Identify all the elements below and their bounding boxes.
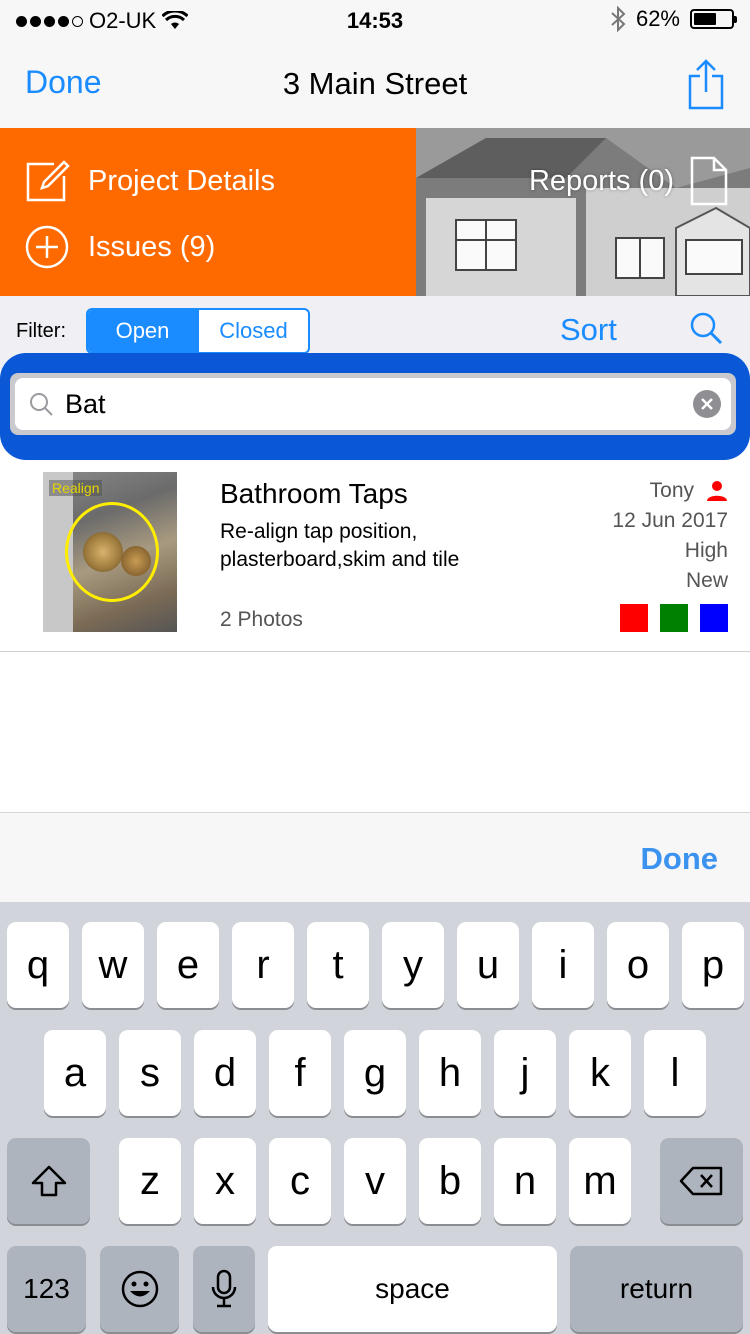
key-x[interactable]: x — [194, 1138, 256, 1224]
document-icon — [690, 156, 728, 206]
search-input[interactable]: Bat — [15, 378, 731, 430]
key-g[interactable]: g — [344, 1030, 406, 1116]
issue-tags — [620, 604, 728, 632]
issue-assignee: Tony — [612, 476, 728, 506]
issue-status: New — [685, 569, 728, 592]
key-c[interactable]: c — [269, 1138, 331, 1224]
issue-meta: Tony 12 Jun 2017 High New — [612, 476, 728, 596]
key-z[interactable]: z — [119, 1138, 181, 1224]
assignee-name: Tony — [649, 479, 694, 502]
dictation-key[interactable] — [193, 1246, 255, 1332]
reports-label: Reports (0) — [528, 164, 674, 197]
key-j[interactable]: j — [494, 1030, 556, 1116]
issues-button[interactable]: Issues (9) — [24, 224, 215, 270]
key-b[interactable]: b — [419, 1138, 481, 1224]
key-q[interactable]: q — [7, 922, 69, 1008]
key-p[interactable]: p — [682, 922, 744, 1008]
keyboard-row-1: q w e r t y u i o p — [0, 922, 750, 1008]
keyboard-row-4: 123 space return — [0, 1246, 750, 1332]
status-bar: O2-UK 14:53 62% — [0, 0, 750, 40]
project-tile: Project Details Issues (9) — [0, 128, 416, 296]
status-right: 62% — [610, 6, 737, 32]
key-f[interactable]: f — [269, 1030, 331, 1116]
keyboard-toolbar: Done — [0, 812, 750, 902]
bluetooth-icon — [611, 6, 626, 32]
annotation-circle — [65, 502, 159, 602]
house-photo — [416, 128, 750, 296]
shift-key[interactable] — [7, 1138, 90, 1224]
search-bar: Bat — [10, 373, 736, 435]
key-k[interactable]: k — [569, 1030, 631, 1116]
reports-tile[interactable]: Reports (0) — [416, 128, 750, 296]
project-details-button[interactable]: Project Details — [24, 158, 275, 204]
key-i[interactable]: i — [532, 922, 594, 1008]
backspace-key[interactable] — [660, 1138, 743, 1224]
key-s[interactable]: s — [119, 1030, 181, 1116]
issue-priority: High — [684, 539, 728, 562]
share-icon[interactable] — [686, 58, 726, 110]
thumbnail-tag: Realign — [49, 480, 103, 496]
key-r[interactable]: r — [232, 922, 294, 1008]
backspace-icon — [679, 1166, 722, 1196]
reports-button[interactable]: Reports (0) — [529, 156, 728, 206]
issues-label: Issues (9) — [88, 230, 216, 263]
numbers-key[interactable]: 123 — [7, 1246, 86, 1332]
key-t[interactable]: t — [307, 922, 369, 1008]
return-key[interactable]: return — [570, 1246, 743, 1332]
key-u[interactable]: u — [457, 922, 519, 1008]
battery-icon — [690, 9, 737, 29]
key-o[interactable]: o — [607, 922, 669, 1008]
key-l[interactable]: l — [644, 1030, 706, 1116]
navigation-bar: Done 3 Main Street — [0, 40, 750, 128]
search-query: Bat — [65, 388, 106, 419]
clear-search-icon[interactable] — [693, 390, 721, 418]
keyboard-row-2: a s d f g h j k l — [0, 1030, 750, 1116]
issue-photo-count: 2 Photos — [220, 608, 303, 631]
filter-closed-segment[interactable]: Closed — [197, 310, 308, 352]
add-circle-icon — [25, 225, 69, 269]
tag-swatch-green — [660, 604, 688, 632]
filter-open-segment[interactable]: Open — [88, 310, 197, 352]
page-title: 3 Main Street — [282, 66, 468, 101]
person-icon — [707, 481, 727, 501]
microphone-icon — [211, 1269, 237, 1308]
edit-icon — [26, 160, 70, 202]
key-a[interactable]: a — [44, 1030, 106, 1116]
tag-swatch-blue — [700, 604, 728, 632]
emoji-icon — [121, 1270, 158, 1308]
filter-label: Filter: — [16, 320, 66, 342]
key-h[interactable]: h — [419, 1030, 481, 1116]
battery-percent: 62% — [635, 6, 680, 31]
tag-swatch-red — [620, 604, 648, 632]
issue-title: Bathroom Taps — [220, 478, 408, 509]
keyboard: q w e r t y u i o p a s d f g h j k l z … — [0, 902, 750, 1334]
keyboard-done-button[interactable]: Done — [641, 841, 719, 877]
filter-segmented-control: Open Closed — [86, 308, 310, 354]
search-bar-highlight: Bat — [0, 353, 750, 460]
magnifier-icon — [30, 393, 53, 416]
issue-thumbnail: Realign — [43, 472, 177, 632]
table-row[interactable]: Realign Bathroom Taps Re-align tap posit… — [0, 460, 750, 652]
search-icon[interactable] — [688, 310, 724, 346]
key-y[interactable]: y — [382, 922, 444, 1008]
key-w[interactable]: w — [82, 922, 144, 1008]
issue-description: Re-align tap position, plasterboard,skim… — [220, 520, 460, 571]
sort-button[interactable]: Sort — [560, 312, 617, 348]
key-d[interactable]: d — [194, 1030, 256, 1116]
issue-date: 12 Jun 2017 — [612, 509, 728, 532]
key-n[interactable]: n — [494, 1138, 556, 1224]
key-m[interactable]: m — [569, 1138, 631, 1224]
project-details-label: Project Details — [88, 164, 275, 197]
keyboard-row-3: z x c v b n m — [0, 1138, 750, 1224]
key-v[interactable]: v — [344, 1138, 406, 1224]
key-e[interactable]: e — [157, 922, 219, 1008]
space-key[interactable]: space — [268, 1246, 557, 1332]
emoji-key[interactable] — [100, 1246, 179, 1332]
shift-icon — [31, 1165, 66, 1197]
